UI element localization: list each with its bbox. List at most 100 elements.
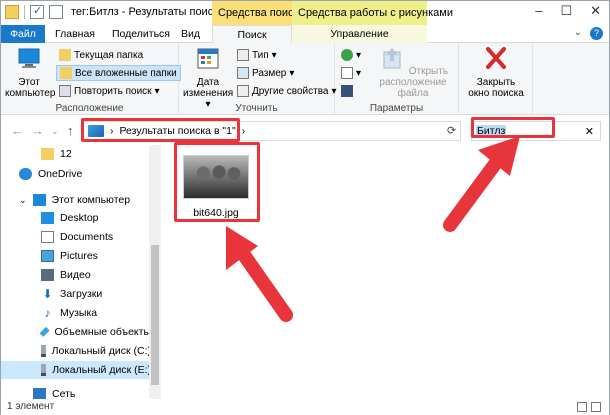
nav-item-disk-c[interactable]: Локальный диск (C:)	[1, 342, 151, 360]
video-icon	[41, 269, 54, 281]
breadcrumb-chevron-icon[interactable]: ›	[242, 125, 246, 137]
tab-home[interactable]: Главная	[55, 25, 95, 43]
up-icon[interactable]: ↑	[67, 123, 74, 138]
image-thumbnail[interactable]	[183, 155, 249, 199]
tab-view[interactable]: Вид	[181, 25, 200, 43]
disk-icon	[41, 364, 47, 376]
nav-item-desktop[interactable]: Desktop	[1, 209, 151, 227]
chevron-down-icon[interactable]: ⌄	[51, 126, 59, 137]
search-input[interactable]: Битлз	[476, 125, 507, 137]
folder-icon	[5, 5, 19, 19]
current-folder-button[interactable]: Текущая папка	[59, 47, 143, 63]
forward-icon[interactable]: →	[31, 123, 44, 138]
clear-search-icon[interactable]: ✕	[585, 125, 594, 138]
search-again-button[interactable]: Повторить поиск ▾	[59, 83, 160, 99]
toolbar-divider	[24, 5, 25, 19]
save-icon	[341, 85, 353, 97]
group-options-label: Параметры	[369, 103, 424, 114]
chevron-down-icon: ▾	[154, 85, 160, 97]
tab-file[interactable]: Файл	[1, 25, 45, 43]
address-bar[interactable]: › Результаты поиска в "1" ›	[83, 121, 461, 141]
new-folder-icon[interactable]	[49, 5, 63, 19]
nav-item-this-pc[interactable]: ⌄ Этот компьютер	[1, 191, 151, 209]
group-refine-label: Уточнить	[235, 103, 278, 114]
details-view-icon[interactable]	[577, 402, 587, 412]
tab-manage[interactable]: Управление	[292, 25, 427, 43]
nav-item-video[interactable]: Видео	[1, 266, 151, 284]
file-item[interactable]: bit640.jpg	[179, 151, 253, 223]
nav-item-pictures[interactable]: Pictures	[1, 247, 151, 265]
nav-item-12[interactable]: 12	[1, 145, 151, 163]
size-label: Размер	[252, 67, 287, 79]
ribbon: Этот компьютер Текущая папка Все вложенн…	[1, 43, 609, 115]
nav-scrollbar[interactable]	[149, 145, 161, 399]
chevron-down-icon[interactable]: ⌄	[19, 195, 27, 206]
properties-icon	[237, 85, 249, 97]
advanced-options-button[interactable]: ▾	[341, 65, 361, 81]
nav-item-disk-e[interactable]: Локальный диск (E:)	[1, 361, 151, 379]
close-icon[interactable]: ✕	[590, 3, 601, 19]
3d-objects-icon	[39, 326, 50, 338]
other-properties-button[interactable]: Другие свойства ▾	[237, 83, 337, 99]
size-button[interactable]: Размер ▾	[237, 65, 294, 81]
ribbon-options: ⌄ ?	[574, 27, 603, 40]
group-location-label: Расположение	[55, 103, 124, 114]
chevron-down-icon[interactable]: ⌄	[574, 27, 582, 40]
type-button[interactable]: Тип ▾	[237, 47, 277, 63]
nav-item-label: Этот компьютер	[51, 194, 131, 206]
scrollbar-thumb[interactable]	[151, 245, 159, 385]
nav-item-music[interactable]: ♪ Музыка	[1, 304, 151, 322]
open-file-location-button[interactable]: Открыть расположение файла	[371, 46, 455, 99]
nav-item-3d-objects[interactable]: Объемные объекты	[1, 323, 151, 341]
group-close: Закрыть окно поиска	[459, 43, 533, 115]
close-search-label: Закрыть окно поиска	[468, 77, 524, 99]
chevron-down-icon: ▾	[356, 67, 362, 79]
help-icon[interactable]: ?	[590, 27, 603, 40]
context-tab-search-tools: Средства поиска	[212, 1, 305, 25]
recent-searches-button[interactable]: ▾	[341, 47, 361, 63]
item-count: 1 элемент	[7, 401, 55, 412]
tab-search[interactable]: Поиск	[212, 25, 292, 44]
nav-item-label: Загрузки	[60, 288, 103, 300]
nav-item-network[interactable]: Сеть	[1, 385, 151, 399]
tab-share[interactable]: Поделиться	[112, 25, 170, 43]
breadcrumb[interactable]: Результаты поиска в "1"	[120, 125, 236, 137]
folder-icon	[41, 148, 54, 160]
other-properties-label: Другие свойства	[252, 85, 329, 97]
nav-item-onedrive[interactable]: OneDrive	[1, 165, 151, 183]
minimize-icon[interactable]: –	[535, 3, 542, 19]
back-icon[interactable]: ←	[11, 123, 24, 138]
search-again-label: Повторить поиск	[74, 85, 152, 97]
this-pc-button[interactable]: Этот компьютер	[5, 46, 55, 99]
documents-icon	[41, 231, 54, 243]
properties-icon[interactable]	[30, 4, 44, 19]
network-icon	[33, 388, 46, 399]
search-box[interactable]: Битлз ✕	[471, 121, 601, 141]
status-bar: 1 элемент	[1, 399, 609, 415]
all-subfolders-button[interactable]: Все вложенные папки	[56, 65, 181, 81]
nav-item-label: 12	[60, 148, 72, 160]
save-search-button[interactable]	[341, 83, 353, 99]
close-search-button[interactable]: Закрыть окно поиска	[463, 46, 529, 99]
search-again-icon	[59, 85, 71, 97]
recent-searches-icon	[341, 49, 353, 61]
nav-item-label: Desktop	[60, 212, 99, 224]
ribbon-tabs: Файл Главная Поделиться Вид Поиск Управл…	[1, 25, 609, 44]
nav-item-label: Pictures	[60, 250, 98, 262]
maximize-icon[interactable]: ☐	[560, 3, 572, 19]
group-refine: Дата изменения ▾ Тип ▾ Размер ▾ Другие с…	[179, 43, 337, 115]
date-modified-button[interactable]: Дата изменения ▾	[183, 46, 233, 110]
refresh-icon[interactable]: ⟳	[447, 124, 456, 137]
type-label: Тип	[252, 49, 269, 61]
downloads-icon: ⬇	[42, 287, 53, 301]
explorer-window: тег:Битлз - Результаты поиска Средства п…	[0, 0, 610, 415]
computer-icon	[32, 194, 46, 206]
computer-icon	[18, 48, 40, 68]
nav-item-downloads[interactable]: ⬇ Загрузки	[1, 285, 151, 303]
large-icons-view-icon[interactable]	[591, 402, 601, 412]
calendar-icon	[197, 48, 219, 69]
nav-item-label: Объемные объекты	[54, 326, 151, 338]
group-location: Этот компьютер Текущая папка Все вложенн…	[1, 43, 181, 115]
nav-item-documents[interactable]: Documents	[1, 228, 151, 246]
cloud-icon	[19, 168, 32, 180]
